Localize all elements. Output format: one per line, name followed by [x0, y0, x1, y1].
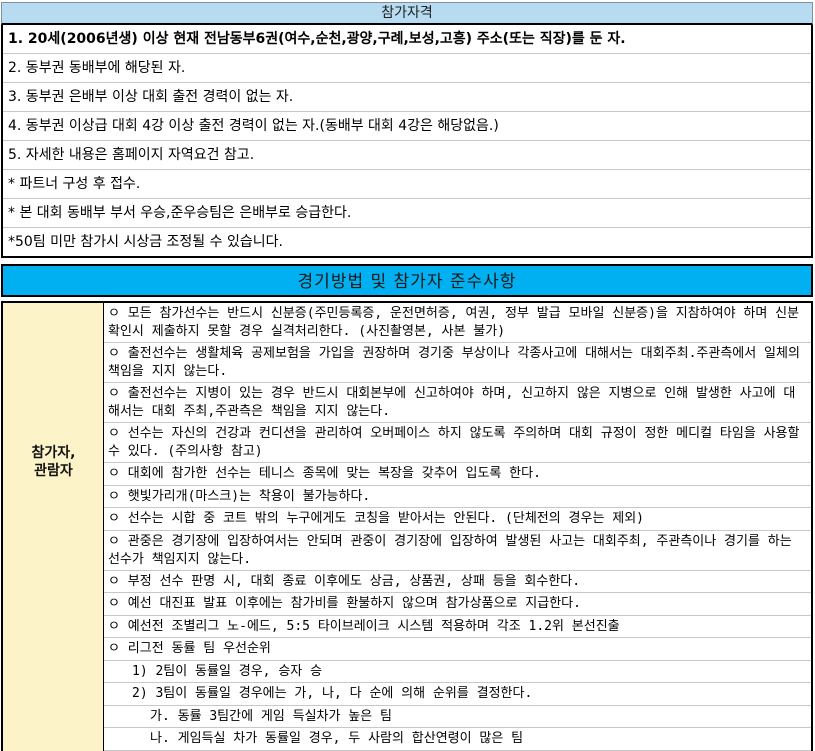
eligibility-item: 3. 동부권 은배부 이상 대회 출전 경력이 없는 자. — [3, 83, 811, 112]
rule-subitem: 2) 3팀이 동률일 경우에는 가, 나, 다 순에 의해 순위를 결정한다. — [104, 683, 811, 706]
eligibility-item: 1. 20세(2006년생) 이상 현재 전남동부6권(여수,순천,광양,구례,… — [3, 25, 811, 54]
rule-item: ㅇ 관중은 경기장에 입장하여서는 안되며 관중이 경기장에 입장하여 발생된 … — [104, 531, 811, 571]
rule-item: ㅇ 선수는 자신의 건강과 컨디션을 관리하여 오버페이스 하지 않도록 주의하… — [104, 423, 811, 463]
rules-list: ㅇ 모든 참가선수는 반드시 신분증(주민등록증, 운전면허증, 여권, 정부 … — [104, 303, 811, 751]
rule-item: ㅇ 부정 선수 판명 시, 대회 종료 이후에도 상금, 상품권, 상패 등을 … — [104, 571, 811, 593]
eligibility-list: 1. 20세(2006년생) 이상 현재 전남동부6권(여수,순천,광양,구례,… — [1, 25, 813, 258]
rule-item: ㅇ 출전선수는 지병이 있는 경우 반드시 대회본부에 신고하여야 하며, 신고… — [104, 383, 811, 423]
rule-item: ㅇ 대회에 참가한 선수는 테니스 종목에 맞는 복장을 갖추어 입도록 한다. — [104, 463, 811, 486]
eligibility-section: 참가자격 1. 20세(2006년생) 이상 현재 전남동부6권(여수,순천,광… — [1, 2, 813, 258]
eligibility-item: 4. 동부권 이상급 대회 4강 이상 출전 경력이 없는 자.(동배부 대회 … — [3, 112, 811, 141]
rule-item: ㅇ 햇빛가리개(마스크)는 착용이 불가능하다. — [104, 486, 811, 508]
eligibility-item: *50팀 미만 참가시 시상금 조정될 수 있습니다. — [8, 234, 283, 250]
eligibility-item: * 본 대회 동배부 부서 우승,준우승팀은 은배부로 승급한다. — [3, 199, 811, 228]
eligibility-header: 참가자격 — [1, 2, 813, 25]
rule-subitem: 가. 동률 3팀간에 게임 득실차가 높은 팀 — [104, 706, 811, 728]
participant-label: 참가자, 관람자 — [31, 445, 76, 479]
rules-section: 참가자, 관람자 ㅇ 모든 참가선수는 반드시 신분증(주민등록증, 운전면허증… — [1, 301, 813, 751]
rule-item: ㅇ 예선 대진표 발표 이후에는 참가비를 환불하지 않으며 참가상품으로 지급… — [104, 593, 811, 616]
rule-item: ㅇ 선수는 시합 중 코트 밖의 누구에게도 코칭을 받아서는 안된다. (단체… — [104, 508, 811, 531]
rules-header: 경기방법 및 참가자 준수사항 — [1, 264, 813, 297]
rule-item: ㅇ 모든 참가선수는 반드시 신분증(주민등록증, 운전면허증, 여권, 정부 … — [104, 303, 811, 343]
rule-item: ㅇ 출전선수는 생활체육 공제보험을 가입을 권장하며 경기중 부상이나 각종사… — [104, 343, 811, 383]
rule-item: ㅇ 리그전 동률 팀 우선순위 — [104, 638, 811, 661]
participant-label-cell: 참가자, 관람자 — [3, 303, 104, 751]
rule-subitem: 나. 게임득실 차가 동률일 경우, 두 사람의 합산연령이 많은 팀 — [104, 728, 811, 751]
eligibility-item: 2. 동부권 동배부에 해당된 자. — [3, 54, 811, 83]
eligibility-item: 5. 자세한 내용은 홈페이지 자역요건 참고. — [3, 141, 811, 170]
rule-subitem: 1) 2팀이 동률일 경우, 승자 승 — [104, 661, 811, 683]
eligibility-item: * 파트너 구성 후 접수. — [3, 170, 811, 199]
rule-item: ㅇ 예선전 조별리그 노-에드, 5:5 타이브레이크 시스템 적용하며 각조 … — [104, 616, 811, 638]
